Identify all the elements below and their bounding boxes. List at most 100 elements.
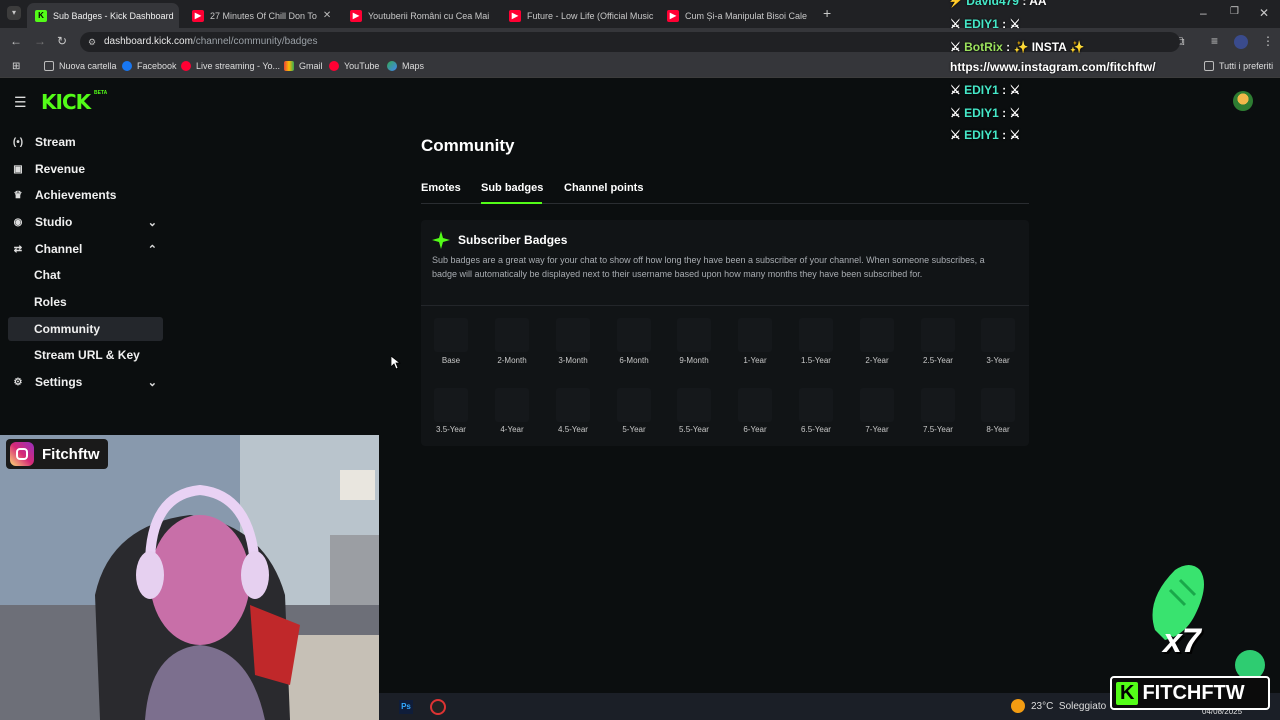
badge-upload-slot[interactable] [495,388,529,422]
hamburger-menu-icon[interactable]: ☰ [14,94,27,111]
bookmark-label: Gmail [299,61,323,71]
badge-upload-slot[interactable] [617,388,651,422]
close-tab-icon[interactable]: ✕ [807,10,813,21]
reload-icon[interactable]: ↻ [57,34,67,48]
badge-upload-slot[interactable] [981,388,1015,422]
all-bookmarks[interactable]: Tutti i preferiti [1204,61,1273,71]
badge-upload-slot[interactable] [921,388,955,422]
tab-search-icon[interactable]: ▾ [7,6,21,20]
chevron-down-icon[interactable]: ⌄ [148,376,157,389]
kick-k-icon: K [1116,681,1139,705]
site-info-icon[interactable]: ⚙ [88,32,96,52]
badge-label: 2-Month [497,356,527,365]
badge-upload-slot[interactable] [677,388,711,422]
sidebar-item-label: Community [34,322,100,336]
bookmark-youtube[interactable]: YouTube [329,61,379,71]
close-tab-icon[interactable]: ✕ [489,10,496,21]
badge-upload-slot[interactable] [495,318,529,352]
badge-upload-slot[interactable] [434,388,468,422]
sidebar-item-stream[interactable]: (•) Stream [8,130,163,154]
bookmark-maps[interactable]: Maps [387,61,424,71]
forward-icon[interactable]: → [34,34,46,48]
badge-upload-slot[interactable] [556,318,590,352]
wallet-icon: ▣ [13,163,23,175]
chat-line: https://www.instagram.com/fitchftw/ [950,60,1156,74]
sidebar-item-settings[interactable]: ⚙ Settings ⌄ [8,370,163,394]
badge-upload-slot[interactable] [921,318,955,352]
fitchftw-logo: K FITCHFTW [1110,676,1270,710]
tab-youtube-4[interactable]: ▶ Cum Și-a Manipulat Bisoi Cale ✕ [659,3,813,28]
badge-upload-slot[interactable] [556,388,590,422]
maximize-icon[interactable]: ❐ [1230,6,1239,17]
instagram-handle: Fitchftw [42,445,100,463]
tab-channel-points[interactable]: Channel points [564,182,643,194]
badge-upload-slot[interactable] [434,318,468,352]
close-tab-icon[interactable]: ✕ [174,10,179,21]
media-icon[interactable]: ≡ [1211,34,1218,48]
tab-sub-badges[interactable]: K Sub Badges - Kick Dashboard ✕ [27,3,179,28]
kick-favicon: K [35,9,47,22]
apps-icon[interactable]: ⊞ [12,61,20,72]
badge-upload-slot[interactable] [738,318,772,352]
new-tab-icon[interactable]: + [823,5,831,21]
brand-text: FITCHFTW [1142,681,1245,704]
tab-label: 27 Minutes Of Chill Don To [210,10,317,21]
tab-sub-badges[interactable]: Sub badges [481,182,543,194]
tab-youtube-1[interactable]: ▶ 27 Minutes Of Chill Don To ✕ [184,3,338,28]
close-tab-icon[interactable]: ✕ [653,10,655,21]
tab-youtube-2[interactable]: ▶ Youtuberii Români cu Cea Mai ✕ [342,3,496,28]
youtube-icon [181,61,191,71]
chat-line: ⚔ BotRix : ✨ INSTA ✨ [950,40,1085,54]
badge-upload-slot[interactable] [617,318,651,352]
back-icon[interactable]: ← [10,34,22,48]
badge-upload-slot[interactable] [677,318,711,352]
minimize-icon[interactable]: – [1200,6,1207,20]
folder-icon [1204,61,1214,71]
tab-label: Cum Și-a Manipulat Bisoi Cale [685,10,808,21]
user-avatar[interactable] [1233,91,1253,111]
bookmark-facebook[interactable]: Facebook [122,61,177,71]
sidebar-item-roles[interactable]: Roles [8,290,163,314]
kick-logo[interactable]: KICK [41,90,91,114]
card-title: Subscriber Badges [458,233,568,247]
url-path: /channel/community/badges [192,36,318,47]
card-divider [421,305,1029,306]
badge-upload-slot[interactable] [860,388,894,422]
card-description: Sub badges are a great way for your chat… [432,255,985,279]
sidebar-item-channel[interactable]: ⇄ Channel ⌃ [8,237,163,261]
photoshop-icon[interactable]: Ps [399,700,413,714]
sidebar-item-achievements[interactable]: ♛ Achievements [8,183,163,207]
close-window-icon[interactable]: ✕ [1259,6,1269,20]
badge-label: Base [441,356,461,365]
tab-emotes[interactable]: Emotes [421,182,461,194]
tab-label: Future - Low Life (Official Music [527,10,654,21]
sidebar-item-chat[interactable]: Chat [8,263,163,287]
menu-kebab-icon[interactable]: ⋮ [1262,34,1274,48]
youtube-favicon: ▶ [509,9,521,22]
badge-upload-slot[interactable] [981,318,1015,352]
sidebar-item-revenue[interactable]: ▣ Revenue [8,157,163,181]
sidebar-item-stream-url-key[interactable]: Stream URL & Key [8,343,163,367]
profile-avatar[interactable] [1234,35,1248,49]
close-tab-icon[interactable]: ✕ [317,10,331,21]
sidebar-item-community[interactable]: Community [8,317,163,341]
badge-label: 6.5-Year [801,425,831,434]
instagram-handle-badge: Fitchftw [6,439,108,469]
badge-label: 6-Year [743,425,767,434]
bookmark-gmail[interactable]: Gmail [284,61,323,71]
badge-upload-slot[interactable] [738,388,772,422]
chevron-down-icon[interactable]: ⌄ [148,216,157,229]
bookmark-nuova-cartella[interactable]: Nuova cartella [44,61,117,71]
beta-tag: BETA [94,90,108,96]
badge-upload-slot[interactable] [860,318,894,352]
channel-icon: ⇄ [13,243,23,255]
obs-icon[interactable] [430,699,446,715]
sidebar-item-studio[interactable]: ◉ Studio ⌄ [8,210,163,234]
badge-label: 3-Month [558,356,588,365]
badge-upload-slot[interactable] [799,318,833,352]
tab-youtube-3[interactable]: ▶ Future - Low Life (Official Music ✕ [501,3,655,28]
youtube-icon [329,61,339,71]
bookmark-live-streaming[interactable]: Live streaming - Yo... [181,61,280,71]
badge-upload-slot[interactable] [799,388,833,422]
chevron-up-icon[interactable]: ⌃ [148,243,157,256]
